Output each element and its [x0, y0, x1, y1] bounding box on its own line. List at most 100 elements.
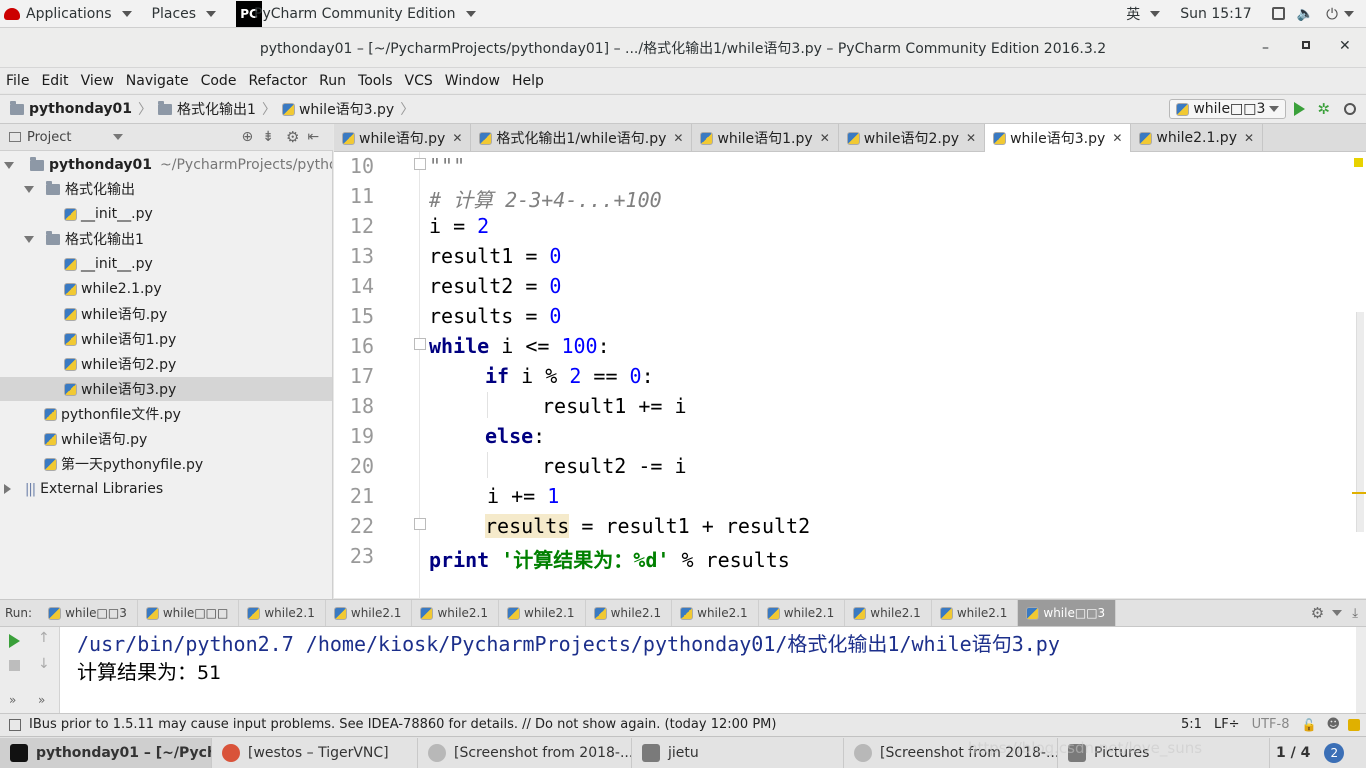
- status-toggle-icon[interactable]: [9, 718, 21, 731]
- run-tab[interactable]: while2.1: [326, 600, 413, 626]
- console-scrollbar[interactable]: [1356, 627, 1366, 713]
- close-tab-icon[interactable]: ✕: [1112, 131, 1122, 145]
- inspector-icon[interactable]: ☻: [1326, 717, 1340, 732]
- tree-file[interactable]: while2.1.py: [64, 277, 162, 301]
- tree-file[interactable]: while语句2.py: [64, 352, 176, 376]
- more-actions-icon[interactable]: »: [9, 693, 16, 707]
- tree-external-libraries[interactable]: ||| External Libraries: [4, 477, 163, 501]
- scroll-down-icon[interactable]: ↓: [38, 656, 50, 672]
- tree-file-selected[interactable]: while语句3.py: [0, 377, 332, 401]
- close-button[interactable]: ✕: [1339, 38, 1351, 54]
- taskbar-item-screenshot[interactable]: [Screenshot from 2018-...: [418, 737, 632, 768]
- editor-tab[interactable]: while语句.py ✕: [334, 124, 472, 152]
- run-settings-gear-icon[interactable]: ⚙: [1311, 604, 1324, 622]
- expand-arrow-icon[interactable]: [4, 161, 14, 169]
- expand-arrow-icon[interactable]: [24, 185, 34, 193]
- run-tab[interactable]: while2.1: [412, 600, 500, 626]
- menu-window[interactable]: Window: [439, 73, 506, 89]
- collapse-all-icon[interactable]: ⇟: [262, 129, 274, 145]
- event-log-icon[interactable]: [1348, 718, 1360, 731]
- close-tab-icon[interactable]: ✕: [673, 131, 683, 145]
- editor-tab[interactable]: while语句1.py ✕: [692, 124, 839, 152]
- input-method-menu[interactable]: 英: [1120, 0, 1166, 28]
- run-tab[interactable]: while2.1: [499, 600, 586, 626]
- collapsed-arrow-icon[interactable]: [4, 484, 11, 494]
- debug-button-icon[interactable]: ✲: [1317, 100, 1330, 118]
- run-tab[interactable]: while2.1: [586, 600, 673, 626]
- chevron-down-icon[interactable]: [113, 134, 124, 140]
- places-menu[interactable]: Places: [146, 0, 223, 28]
- run-tab[interactable]: while2.1: [759, 600, 846, 626]
- hide-panel-icon[interactable]: ⇤: [307, 129, 319, 145]
- tree-root[interactable]: pythonday01 ~/PycharmProjects/pythonday: [4, 153, 332, 177]
- active-app-menu[interactable]: PC PyCharm Community Edition: [230, 0, 481, 28]
- menu-view[interactable]: View: [75, 73, 120, 89]
- tree-file[interactable]: 第一天pythonyfile.py: [44, 452, 203, 476]
- run-tab-active[interactable]: while□□3: [1018, 600, 1117, 626]
- run-tab[interactable]: while2.1: [845, 600, 932, 626]
- editor-tab-active[interactable]: while语句3.py ✕: [985, 124, 1132, 152]
- rerun-icon[interactable]: [9, 634, 20, 648]
- clock[interactable]: Sun 15:17: [1174, 0, 1257, 28]
- menu-run[interactable]: Run: [313, 73, 352, 89]
- scrollbar[interactable]: [1356, 312, 1364, 532]
- menu-code[interactable]: Code: [195, 73, 243, 89]
- search-everywhere-icon[interactable]: [1344, 103, 1356, 115]
- status-message[interactable]: IBus prior to 1.5.11 may cause input pro…: [29, 717, 776, 732]
- run-tab[interactable]: while2.1: [672, 600, 759, 626]
- notifications-icon[interactable]: 2: [1324, 742, 1345, 763]
- run-button-icon[interactable]: [1294, 102, 1306, 116]
- workspace-pager[interactable]: 1 / 4: [1276, 745, 1310, 761]
- tree-folder[interactable]: 格式化输出1: [24, 227, 144, 251]
- tree-file[interactable]: while语句.py: [64, 302, 167, 326]
- tree-file[interactable]: __init__.py: [64, 202, 153, 226]
- close-tab-icon[interactable]: ✕: [966, 131, 976, 145]
- tree-file[interactable]: pythonfile文件.py: [44, 402, 181, 426]
- close-tab-icon[interactable]: ✕: [452, 131, 462, 145]
- caret-position[interactable]: 5:1: [1181, 717, 1202, 732]
- tree-folder[interactable]: 格式化输出: [24, 177, 135, 201]
- taskbar-item-pycharm[interactable]: pythonday01 – [~/Pycha...: [0, 737, 212, 768]
- menu-vcs[interactable]: VCS: [399, 73, 439, 89]
- stop-icon[interactable]: [9, 660, 20, 671]
- menu-navigate[interactable]: Navigate: [120, 73, 195, 89]
- minimize-button[interactable]: –: [1262, 40, 1269, 56]
- chevron-down-icon[interactable]: [1332, 610, 1343, 616]
- menu-tools[interactable]: Tools: [352, 73, 399, 89]
- editor-tab[interactable]: 格式化输出1/while语句.py ✕: [471, 124, 693, 152]
- scroll-up-icon[interactable]: ↑: [38, 630, 50, 646]
- editor-tab[interactable]: while语句2.py ✕: [839, 124, 986, 152]
- tree-file[interactable]: while语句.py: [44, 427, 147, 451]
- scroll-from-source-icon[interactable]: ⊕: [241, 129, 253, 145]
- menu-help[interactable]: Help: [506, 73, 550, 89]
- expand-arrow-icon[interactable]: [24, 235, 34, 243]
- run-console[interactable]: /usr/bin/python2.7 /home/kiosk/PycharmPr…: [60, 627, 1366, 713]
- hide-run-panel-icon[interactable]: ⤓: [1352, 606, 1358, 621]
- line-separator[interactable]: LF÷: [1214, 717, 1240, 732]
- code-editor[interactable]: 10 11 12 13 14 15 16 17 18 19 20 21 22 2…: [334, 152, 1366, 598]
- tree-file[interactable]: while语句1.py: [64, 327, 176, 351]
- maximize-button[interactable]: [1302, 41, 1310, 49]
- file-encoding[interactable]: UTF-8: [1252, 717, 1290, 732]
- close-tab-icon[interactable]: ✕: [820, 131, 830, 145]
- taskbar-item-vnc[interactable]: [westos – TigerVNC]: [212, 737, 418, 768]
- editor-tab[interactable]: while2.1.py ✕: [1131, 124, 1264, 152]
- more-actions-icon[interactable]: »: [38, 693, 45, 707]
- breadcrumb-file[interactable]: while语句3.py: [299, 99, 394, 119]
- taskbar-item-jietu[interactable]: jietu: [632, 737, 844, 768]
- fold-marker-icon[interactable]: [414, 158, 426, 170]
- run-tab[interactable]: while□□3: [40, 600, 138, 626]
- lock-icon[interactable]: 🔓: [1301, 718, 1316, 732]
- fold-marker-icon[interactable]: [414, 338, 426, 350]
- breadcrumb-folder[interactable]: 格式化输出1: [177, 99, 256, 119]
- breadcrumb-project[interactable]: pythonday01: [29, 101, 132, 117]
- system-tray[interactable]: 🔈 ⏻: [1266, 0, 1360, 28]
- close-tab-icon[interactable]: ✕: [1244, 131, 1254, 145]
- run-tab[interactable]: while□□□: [138, 600, 240, 626]
- run-config-select[interactable]: while□□3: [1169, 99, 1287, 119]
- run-tab[interactable]: while2.1: [239, 600, 326, 626]
- warning-stripe-marker[interactable]: [1352, 492, 1366, 494]
- applications-menu[interactable]: Applications: [0, 0, 138, 28]
- tree-file[interactable]: __init__.py: [64, 252, 153, 276]
- project-view-label[interactable]: Project: [27, 130, 71, 145]
